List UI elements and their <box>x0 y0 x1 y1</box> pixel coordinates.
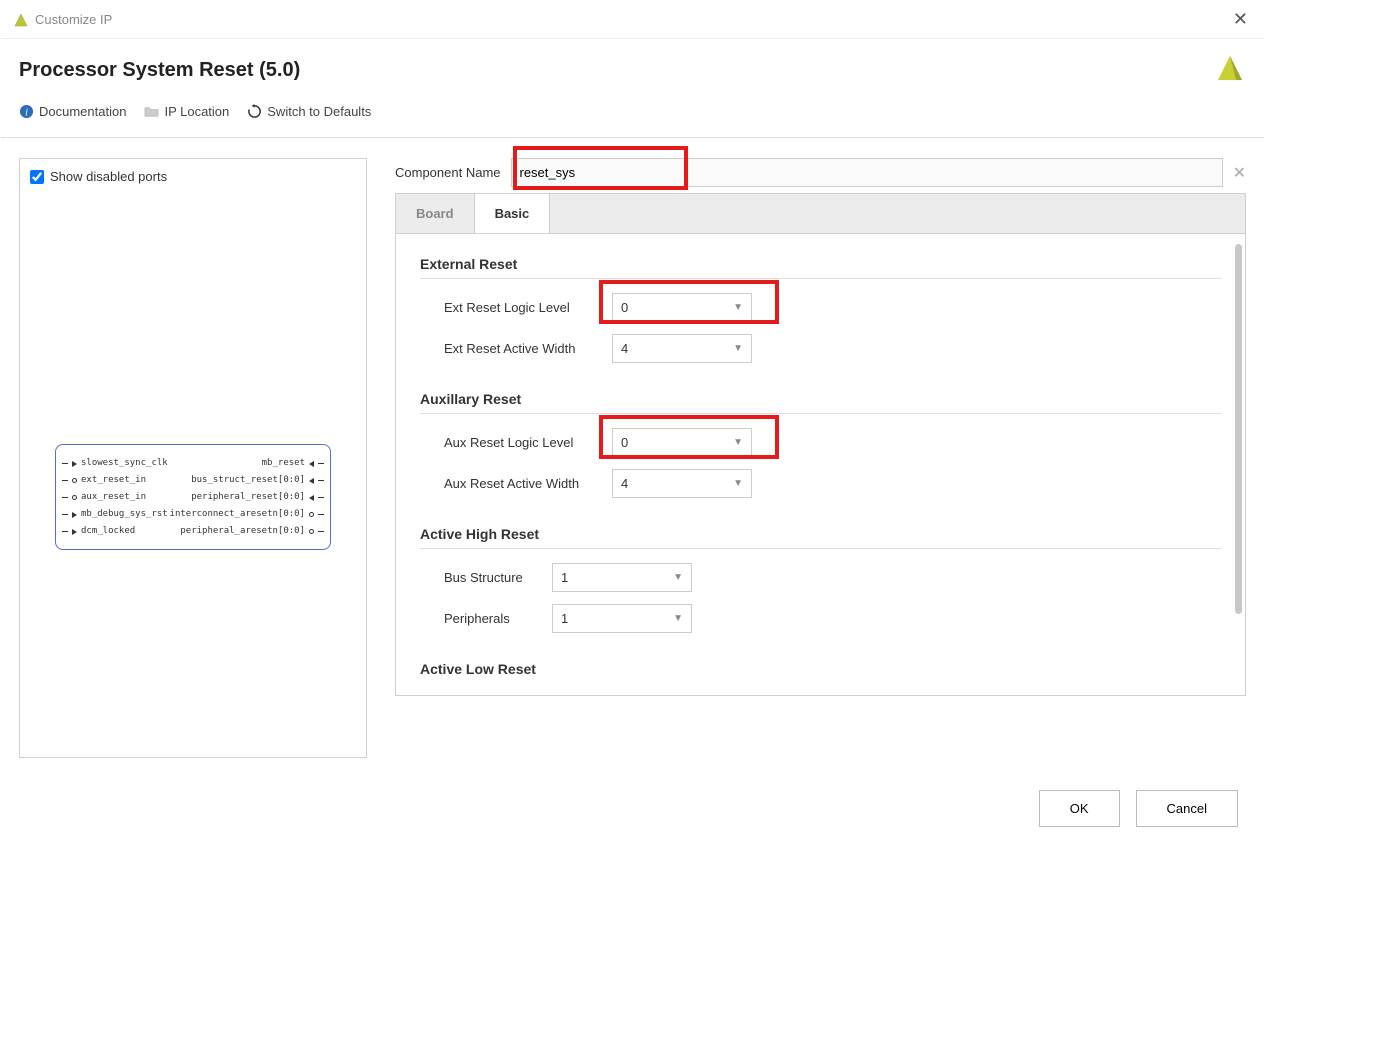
main-area: Show disabled ports slowest_sync_clk ext… <box>1 138 1264 768</box>
component-name-input[interactable] <box>511 158 1223 187</box>
field-ext-logic-level: Ext Reset Logic Level 0 ▼ <box>444 293 1221 322</box>
group-title: Active High Reset <box>420 526 1221 542</box>
ip-location-link[interactable]: IP Location <box>144 104 229 119</box>
port-right: peripheral_aresetn[0:0] <box>170 523 324 540</box>
group-title: Active Low Reset <box>420 661 1221 677</box>
field-label: Ext Reset Active Width <box>444 341 604 356</box>
documentation-link[interactable]: i Documentation <box>19 104 126 119</box>
ext-active-width-select[interactable]: 4 ▼ <box>612 334 752 363</box>
select-value: 4 <box>621 341 628 356</box>
config-panel: Component Name ✕ Board Basic External Re… <box>395 158 1246 758</box>
port-right: mb_reset <box>170 455 324 472</box>
chevron-down-icon: ▼ <box>733 478 743 489</box>
ip-symbol-diagram: slowest_sync_clk ext_reset_in aux_reset_… <box>55 444 331 550</box>
switch-defaults-link[interactable]: Switch to Defaults <box>247 104 371 119</box>
group-external-reset: External Reset Ext Reset Logic Level 0 ▼… <box>420 256 1221 363</box>
chevron-down-icon: ▼ <box>733 437 743 448</box>
chevron-down-icon: ▼ <box>673 572 683 583</box>
field-label: Bus Structure <box>444 570 544 585</box>
show-disabled-ports-row: Show disabled ports <box>30 169 356 184</box>
tab-board[interactable]: Board <box>396 194 475 233</box>
show-disabled-ports-checkbox[interactable] <box>30 170 44 184</box>
select-value: 4 <box>621 476 628 491</box>
preview-panel: Show disabled ports slowest_sync_clk ext… <box>19 158 367 758</box>
dialog-buttons: OK Cancel <box>1 768 1264 837</box>
select-value: 0 <box>621 435 628 450</box>
field-bus-structure: Bus Structure 1 ▼ <box>444 563 1221 592</box>
port-right: peripheral_reset[0:0] <box>170 489 324 506</box>
bus-structure-select[interactable]: 1 ▼ <box>552 563 692 592</box>
group-active-high-reset: Active High Reset Bus Structure 1 ▼ Peri… <box>420 526 1221 633</box>
ip-right-ports: mb_reset bus_struct_reset[0:0] periphera… <box>170 455 324 539</box>
window-title: Customize IP <box>35 12 1229 27</box>
svg-text:i: i <box>25 107 28 118</box>
peripherals-select[interactable]: 1 ▼ <box>552 604 692 633</box>
tab-basic[interactable]: Basic <box>475 194 551 233</box>
field-aux-logic-level: Aux Reset Logic Level 0 ▼ <box>444 428 1221 457</box>
component-name-label: Component Name <box>395 165 501 180</box>
port-left: slowest_sync_clk <box>62 455 168 472</box>
ip-location-label: IP Location <box>164 104 229 119</box>
group-aux-reset: Auxillary Reset Aux Reset Logic Level 0 … <box>420 391 1221 498</box>
titlebar: Customize IP ✕ <box>1 1 1264 39</box>
info-icon: i <box>19 104 34 119</box>
refresh-icon <box>247 104 262 119</box>
scrollbar-thumb[interactable] <box>1235 244 1242 614</box>
port-right: bus_struct_reset[0:0] <box>170 472 324 489</box>
clear-input-icon[interactable]: ✕ <box>1233 163 1246 183</box>
show-disabled-ports-label: Show disabled ports <box>50 169 167 184</box>
aux-active-width-select[interactable]: 4 ▼ <box>612 469 752 498</box>
page-title: Processor System Reset (5.0) <box>19 59 1246 82</box>
chevron-down-icon: ▼ <box>673 613 683 624</box>
documentation-label: Documentation <box>39 104 126 119</box>
group-active-low-reset: Active Low Reset <box>420 661 1221 677</box>
field-aux-active-width: Aux Reset Active Width 4 ▼ <box>444 469 1221 498</box>
component-name-row: Component Name ✕ <box>395 158 1246 187</box>
select-value: 1 <box>561 570 568 585</box>
chevron-down-icon: ▼ <box>733 343 743 354</box>
switch-defaults-label: Switch to Defaults <box>267 104 371 119</box>
select-value: 1 <box>561 611 568 626</box>
header: Processor System Reset (5.0) <box>1 39 1264 96</box>
port-left: dcm_locked <box>62 523 168 540</box>
field-label: Ext Reset Logic Level <box>444 300 604 315</box>
port-left: aux_reset_in <box>62 489 168 506</box>
port-left: ext_reset_in <box>62 472 168 489</box>
ok-button[interactable]: OK <box>1039 790 1120 827</box>
vivado-logo-icon <box>13 12 29 28</box>
field-ext-active-width: Ext Reset Active Width 4 ▼ <box>444 334 1221 363</box>
toolbar: i Documentation IP Location Switch to De… <box>1 96 1264 138</box>
tab-body: External Reset Ext Reset Logic Level 0 ▼… <box>396 234 1245 695</box>
field-label: Peripherals <box>444 611 544 626</box>
group-title: External Reset <box>420 256 1221 272</box>
select-value: 0 <box>621 300 628 315</box>
chevron-down-icon: ▼ <box>733 302 743 313</box>
aux-logic-level-select[interactable]: 0 ▼ <box>612 428 752 457</box>
port-right: interconnect_aresetn[0:0] <box>170 506 324 523</box>
xilinx-logo-icon <box>1214 52 1246 84</box>
ext-logic-level-select[interactable]: 0 ▼ <box>612 293 752 322</box>
cancel-button[interactable]: Cancel <box>1136 790 1238 827</box>
scrollbar[interactable] <box>1235 244 1243 644</box>
customize-ip-window: Customize IP ✕ Processor System Reset (5… <box>0 0 1265 940</box>
close-icon[interactable]: ✕ <box>1229 9 1252 30</box>
tab-bar: Board Basic <box>396 194 1245 234</box>
field-label: Aux Reset Logic Level <box>444 435 604 450</box>
tabs-frame: Board Basic External Reset Ext Reset Log… <box>395 193 1246 696</box>
port-left: mb_debug_sys_rst <box>62 506 168 523</box>
folder-icon <box>144 104 159 119</box>
field-label: Aux Reset Active Width <box>444 476 604 491</box>
ip-left-ports: slowest_sync_clk ext_reset_in aux_reset_… <box>62 455 168 539</box>
field-peripherals: Peripherals 1 ▼ <box>444 604 1221 633</box>
group-title: Auxillary Reset <box>420 391 1221 407</box>
